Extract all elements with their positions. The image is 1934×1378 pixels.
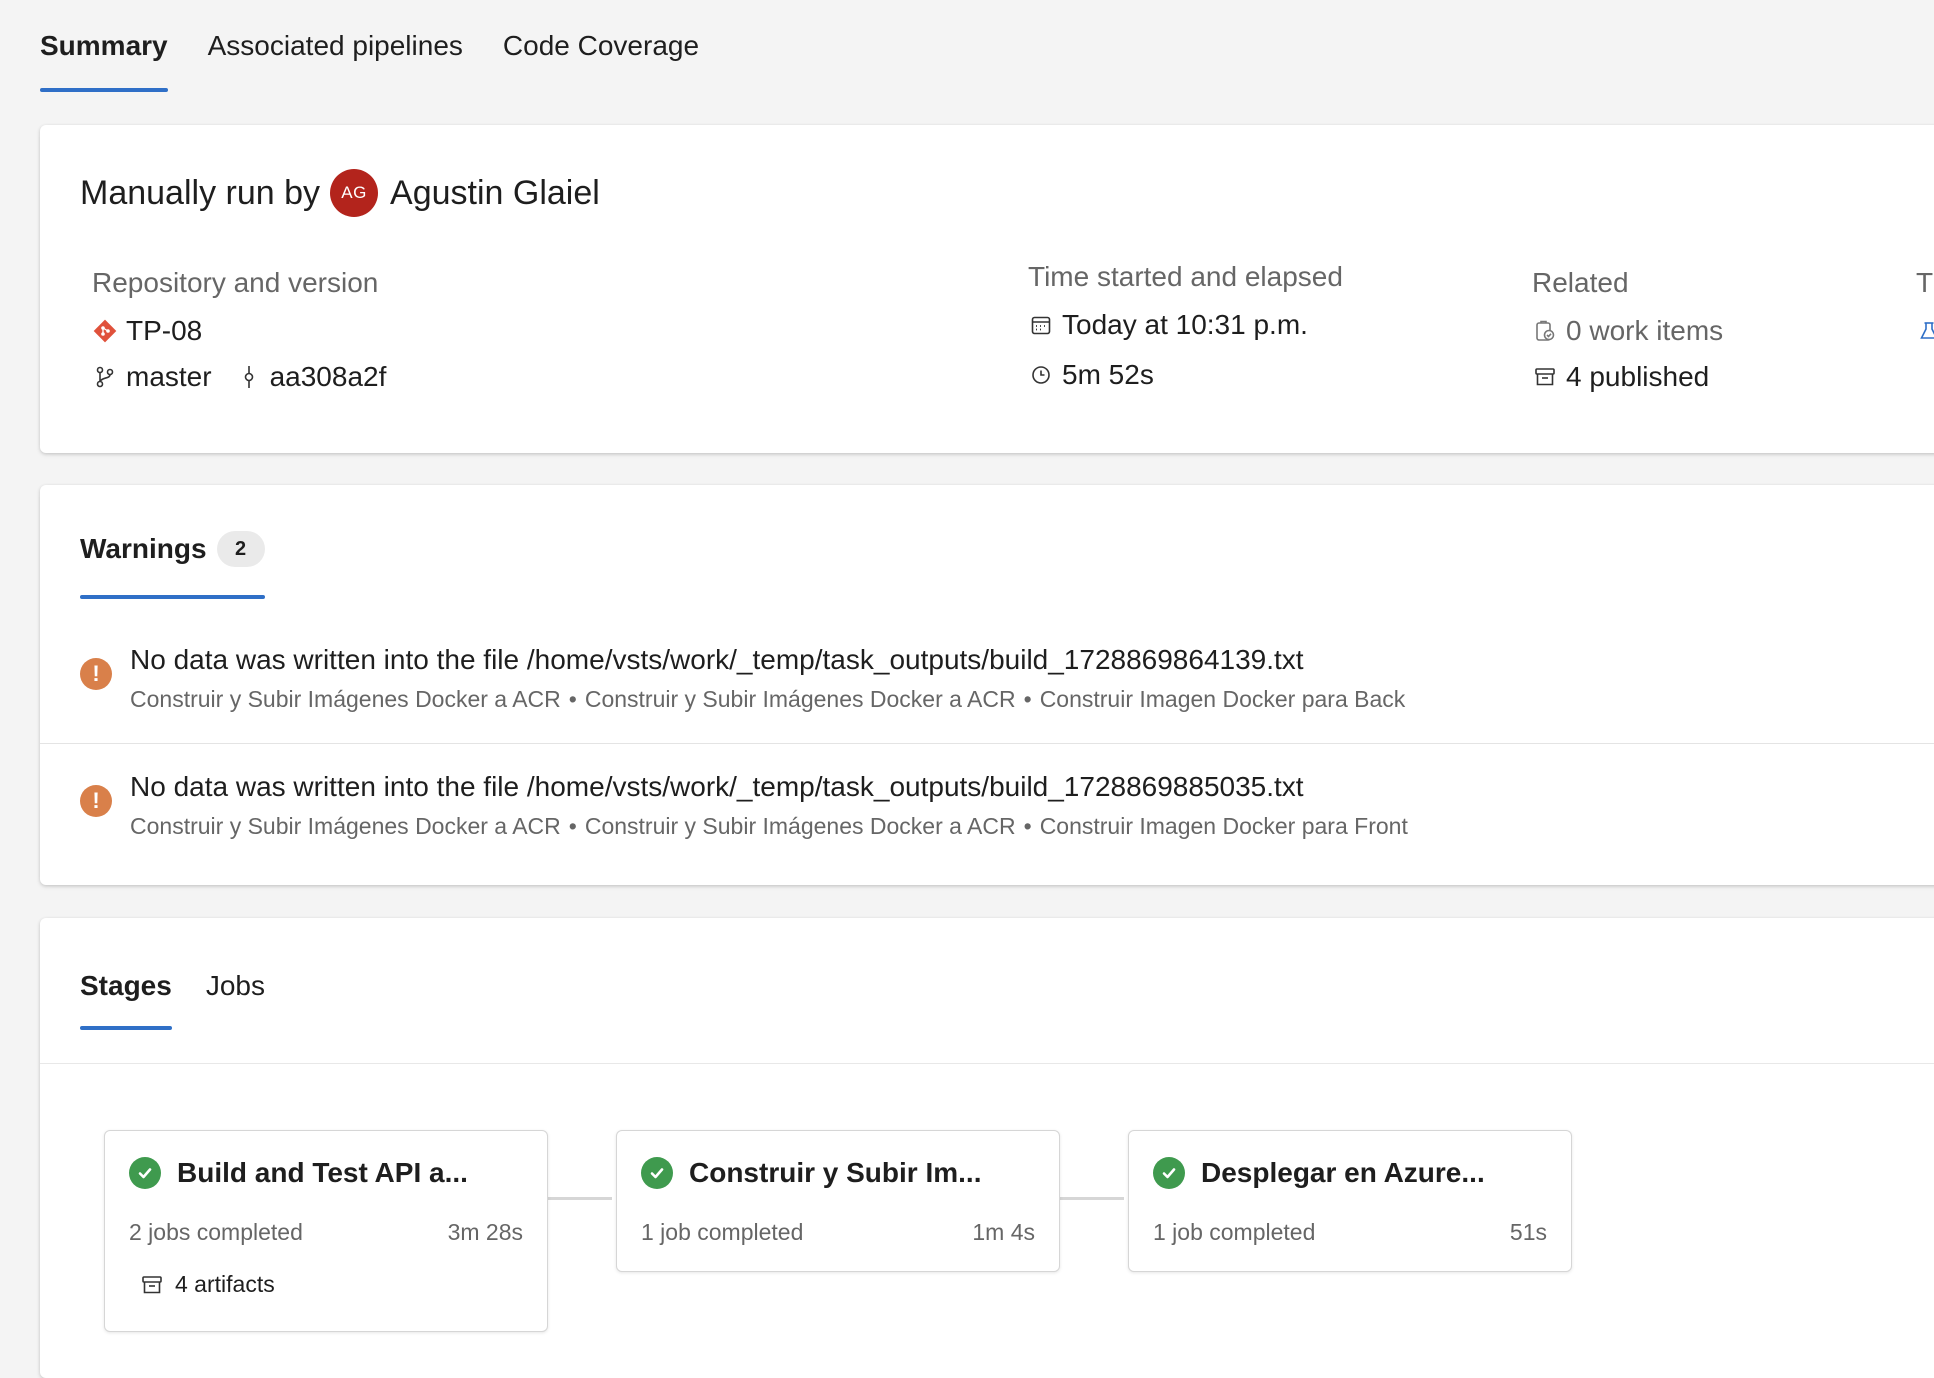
warning-path-job: Construir y Subir Imágenes Docker a ACR [584, 686, 1016, 712]
stage-artifacts-link[interactable]: 4 artifacts [141, 1271, 275, 1298]
tab-code-coverage[interactable]: Code Coverage [503, 0, 699, 92]
time-started-row: Today at 10:31 p.m. [1028, 305, 1343, 345]
tab-warnings[interactable]: Warnings 2 [80, 531, 265, 599]
flask-icon [1916, 318, 1934, 344]
avatar[interactable]: AG [330, 169, 379, 217]
stage-duration: 3m 28s [447, 1219, 523, 1245]
stage-duration: 1m 4s [972, 1219, 1035, 1245]
repository-label: Repository and version [92, 267, 379, 298]
tests-row[interactable] [1916, 311, 1934, 351]
warning-path-stage: Construir y Subir Imágenes Docker a ACR [130, 813, 561, 839]
artifact-box-icon [141, 1274, 163, 1296]
stage-title: Build and Test API a... [177, 1157, 468, 1188]
git-repo-icon [92, 318, 118, 344]
calendar-icon [1028, 312, 1054, 338]
run-summary-card: Manually run by AG Agustin Glaiel Reposi… [40, 125, 1934, 453]
branch-icon [92, 364, 118, 390]
tab-jobs[interactable]: Jobs [206, 970, 265, 1030]
path-separator: • [1023, 686, 1032, 712]
stage-card-construir-subir[interactable]: Construir y Subir Im... 1 job completed … [616, 1130, 1060, 1272]
top-tab-bar: Summary Associated pipelines Code Covera… [40, 0, 699, 92]
published-count[interactable]: 4 published [1566, 361, 1709, 393]
run-trigger-text: Manually run by [80, 173, 321, 212]
artifact-box-icon [1532, 364, 1558, 390]
version-row: master aa308a2f [92, 357, 386, 397]
warning-message[interactable]: No data was written into the file /home/… [130, 771, 1304, 803]
success-check-icon [1153, 1157, 1185, 1189]
time-section: Time started and elapsed Today at 10:31 … [1028, 261, 1343, 401]
stage-jobs-status: 1 job completed [1153, 1219, 1316, 1245]
tests-section-partial: T [1916, 267, 1934, 357]
stages-tab-bar: Stages Jobs [80, 970, 265, 1030]
warning-path-stage: Construir y Subir Imágenes Docker a ACR [130, 686, 561, 712]
run-header: Manually run by AG Agustin Glaiel [80, 169, 600, 217]
stage-artifacts-count[interactable]: 4 artifacts [175, 1271, 275, 1298]
repository-name[interactable]: TP-08 [126, 315, 202, 347]
repository-row[interactable]: TP-08 [92, 311, 386, 351]
stage-card-desplegar-azure[interactable]: Desplegar en Azure... 1 job completed 51… [1128, 1130, 1572, 1272]
work-item-icon [1532, 318, 1558, 344]
related-label: Related [1532, 267, 1629, 298]
tab-summary[interactable]: Summary [40, 0, 168, 92]
warning-icon: ! [80, 658, 112, 690]
published-row[interactable]: 4 published [1532, 357, 1723, 397]
warning-path: Construir y Subir Imágenes Docker a ACR •… [130, 686, 1405, 713]
time-elapsed-row: 5m 52s [1028, 355, 1343, 395]
stage-title: Construir y Subir Im... [689, 1157, 982, 1188]
stage-duration: 51s [1509, 1219, 1547, 1245]
stage-jobs-status: 1 job completed [641, 1219, 804, 1245]
path-separator: • [1023, 813, 1032, 839]
tab-stages[interactable]: Stages [80, 970, 172, 1030]
commit-icon [236, 364, 262, 390]
branch-name[interactable]: master [126, 361, 212, 393]
time-label: Time started and elapsed [1028, 261, 1343, 292]
warning-path: Construir y Subir Imágenes Docker a ACR •… [130, 813, 1408, 840]
stage-card-build-test[interactable]: Build and Test API a... 2 jobs completed… [104, 1130, 548, 1332]
warning-item[interactable]: ! No data was written into the file /hom… [40, 745, 1934, 871]
stage-jobs-status: 2 jobs completed [129, 1219, 303, 1245]
warning-item[interactable]: ! No data was written into the file /hom… [40, 618, 1934, 744]
success-check-icon [641, 1157, 673, 1189]
time-elapsed: 5m 52s [1062, 359, 1154, 390]
stage-title: Desplegar en Azure... [1201, 1157, 1485, 1188]
warning-message[interactable]: No data was written into the file /home/… [130, 644, 1304, 676]
divider [40, 1063, 1934, 1064]
time-started: Today at 10:31 p.m. [1062, 309, 1308, 340]
tab-associated-pipelines[interactable]: Associated pipelines [208, 0, 463, 92]
tests-label: T [1916, 267, 1934, 298]
clock-icon [1028, 362, 1054, 388]
stages-card: Stages Jobs Build and Test API a... 2 jo… [40, 918, 1934, 1378]
warning-icon: ! [80, 785, 112, 817]
success-check-icon [129, 1157, 161, 1189]
commit-id[interactable]: aa308a2f [270, 361, 387, 393]
stage-connector [1060, 1197, 1124, 1200]
warnings-tab-label: Warnings [80, 533, 207, 564]
repository-section: Repository and version TP-08 master aa30… [92, 267, 386, 403]
warnings-count-badge: 2 [216, 531, 265, 567]
warning-path-task: Construir Imagen Docker para Front [1039, 813, 1408, 839]
warnings-card: Warnings 2 ! No data was written into th… [40, 485, 1934, 885]
path-separator: • [568, 813, 577, 839]
warning-path-task: Construir Imagen Docker para Back [1039, 686, 1406, 712]
path-separator: • [568, 686, 577, 712]
related-section: Related 0 work items 4 published [1532, 267, 1723, 403]
run-user-name[interactable]: Agustin Glaiel [390, 174, 600, 213]
warning-path-job: Construir y Subir Imágenes Docker a ACR [584, 813, 1016, 839]
stage-connector [548, 1197, 612, 1200]
work-items-count[interactable]: 0 work items [1566, 315, 1723, 347]
work-items-row[interactable]: 0 work items [1532, 311, 1723, 351]
